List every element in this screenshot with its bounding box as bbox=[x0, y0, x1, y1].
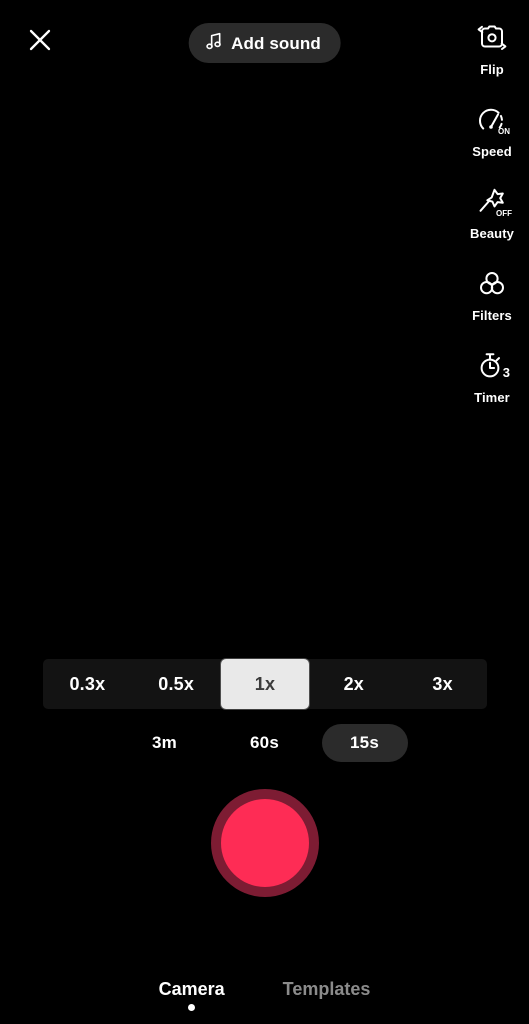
close-button[interactable] bbox=[18, 20, 62, 64]
tab-camera-label: Camera bbox=[158, 979, 225, 999]
zoom-chip-3x[interactable]: 3x bbox=[398, 659, 487, 709]
tool-badge-speed: ON bbox=[498, 127, 510, 136]
add-sound-button[interactable]: Add sound bbox=[188, 23, 341, 63]
bottom-tab-bar: Camera Templates bbox=[0, 972, 529, 1011]
speedometer-icon: ON bbox=[472, 100, 512, 140]
close-icon bbox=[27, 27, 53, 58]
tool-label-filters: Filters bbox=[472, 308, 512, 323]
duration-selector: 3m 60s 15s bbox=[0, 722, 529, 764]
record-button-inner bbox=[220, 799, 309, 887]
filters-circles-icon bbox=[472, 264, 512, 304]
tool-label-timer: Timer bbox=[474, 390, 510, 405]
tool-badge-beauty: OFF bbox=[496, 209, 512, 218]
zoom-chip-0.3x[interactable]: 0.3x bbox=[43, 659, 132, 709]
tool-item-flip[interactable]: Flip bbox=[455, 18, 529, 100]
tab-templates-label: Templates bbox=[282, 979, 371, 999]
music-note-icon bbox=[205, 32, 222, 55]
tool-badge-timer: 3 bbox=[502, 365, 510, 380]
tool-item-timer[interactable]: 3 Timer bbox=[455, 346, 529, 428]
tool-rail: Flip ON Speed OFF Beauty Filters 3 Timer bbox=[455, 18, 529, 428]
zoom-chip-1x[interactable]: 1x bbox=[220, 659, 310, 709]
tab-active-indicator-dot bbox=[188, 1004, 196, 1011]
tool-label-flip: Flip bbox=[480, 62, 504, 77]
flip-camera-icon bbox=[472, 18, 512, 58]
record-button[interactable] bbox=[210, 789, 319, 897]
tool-item-speed[interactable]: ON Speed bbox=[455, 100, 529, 182]
duration-chip-3m[interactable]: 3m bbox=[122, 724, 208, 762]
tool-item-filters[interactable]: Filters bbox=[455, 264, 529, 346]
tab-camera[interactable]: Camera bbox=[155, 979, 229, 1011]
stopwatch-icon: 3 bbox=[472, 346, 512, 386]
zoom-chip-0.5x[interactable]: 0.5x bbox=[132, 659, 221, 709]
duration-chip-15s[interactable]: 15s bbox=[321, 724, 408, 762]
camera-screen: Add sound Flip ON Speed OFF Beauty Filte… bbox=[0, 0, 529, 1024]
add-sound-label: Add sound bbox=[231, 33, 321, 53]
tool-item-beauty[interactable]: OFF Beauty bbox=[455, 182, 529, 264]
tab-templates[interactable]: Templates bbox=[279, 980, 375, 998]
magic-wand-star-icon: OFF bbox=[472, 182, 512, 222]
duration-chip-60s[interactable]: 60s bbox=[222, 724, 308, 762]
tool-label-beauty: Beauty bbox=[470, 226, 514, 241]
tool-label-speed: Speed bbox=[472, 144, 512, 159]
zoom-chip-2x[interactable]: 2x bbox=[309, 659, 398, 709]
zoom-level-bar: 0.3x 0.5x 1x 2x 3x bbox=[43, 659, 487, 709]
